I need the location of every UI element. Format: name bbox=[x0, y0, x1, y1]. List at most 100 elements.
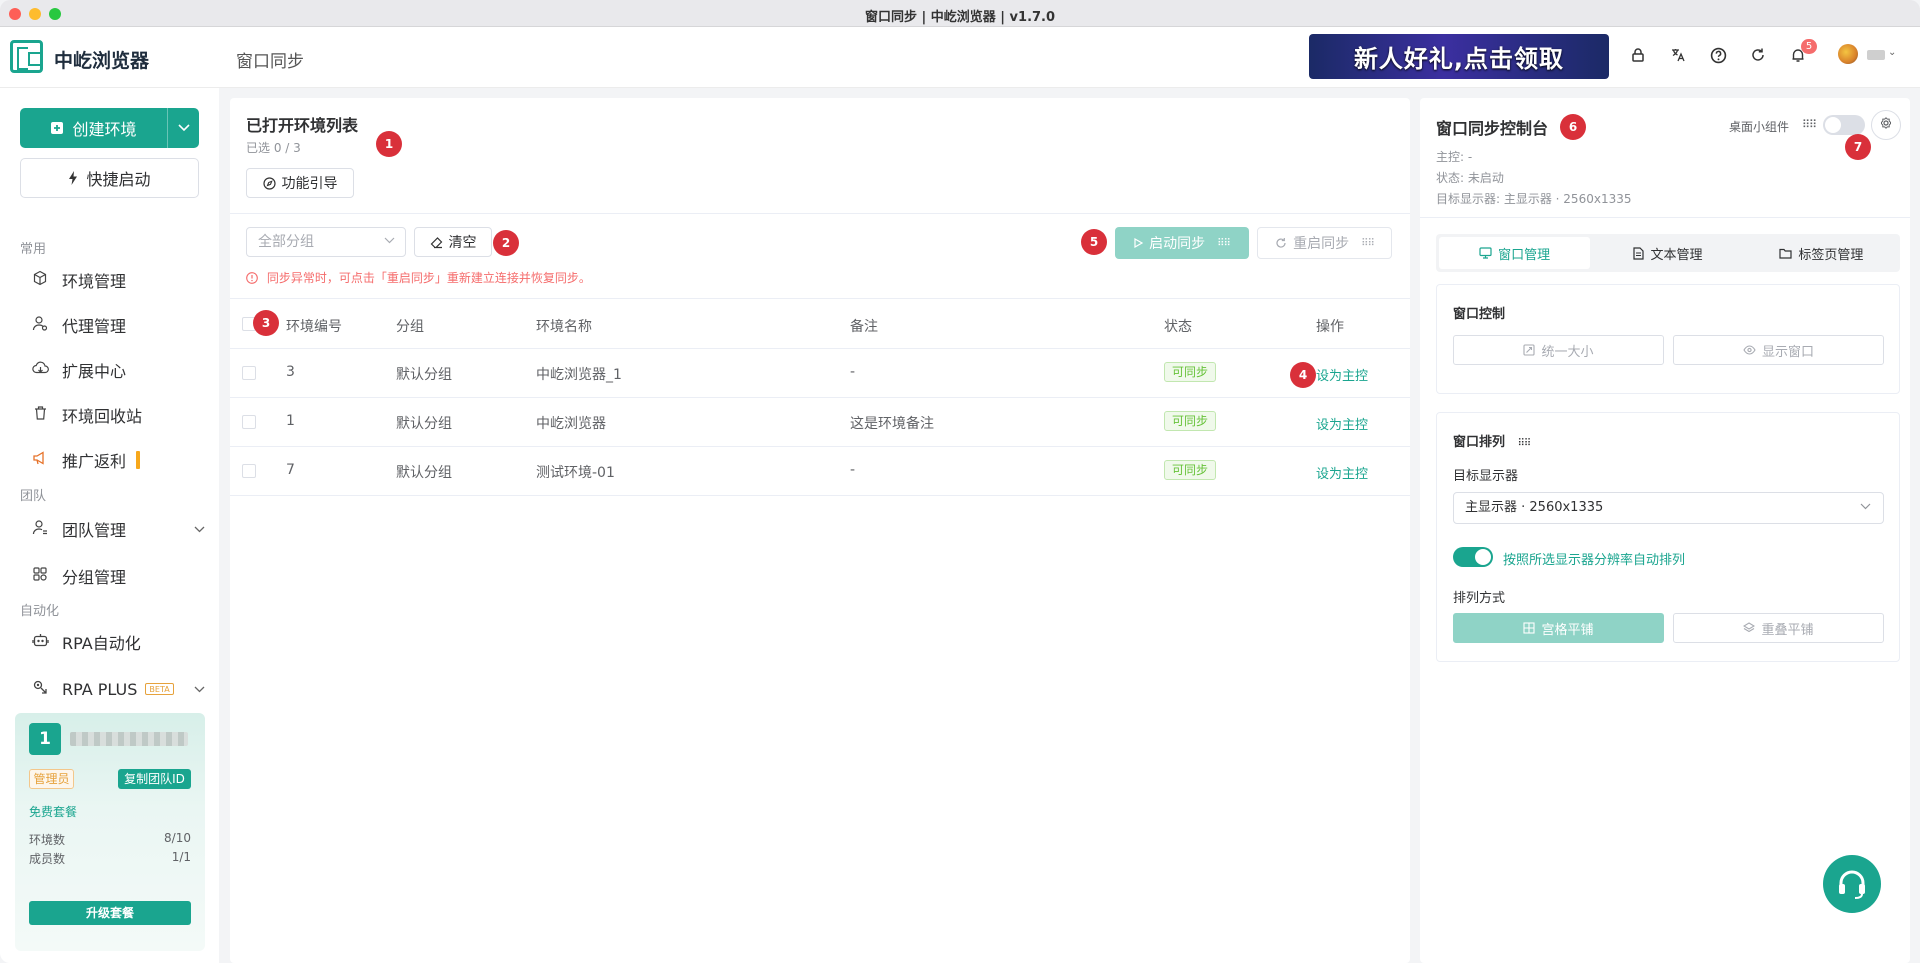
console-master: 主控: - bbox=[1436, 150, 1473, 164]
set-master-link[interactable]: 设为主控 bbox=[1316, 463, 1368, 482]
marker-4: 4 bbox=[1290, 362, 1316, 388]
promo-indicator bbox=[136, 451, 141, 469]
member-count-value: 1/1 bbox=[171, 850, 191, 864]
section-team: 团队 bbox=[20, 489, 47, 504]
sidebar-item-group[interactable]: 分组管理 bbox=[30, 561, 205, 591]
settings-button[interactable] bbox=[1871, 110, 1901, 140]
cell-group: 默认分组 bbox=[396, 416, 452, 432]
auto-arrange-toggle[interactable] bbox=[1453, 547, 1493, 567]
divider bbox=[1420, 217, 1910, 218]
sidebar-item-rpaplus[interactable]: RPA PLUS BETA bbox=[30, 674, 205, 704]
restart-sync-button[interactable]: 重启同步 ⠿⠿ bbox=[1257, 227, 1392, 259]
cell-group: 默认分组 bbox=[396, 465, 452, 481]
feature-guide-button[interactable]: 功能引导 bbox=[246, 168, 354, 198]
status-badge: 可同步 bbox=[1164, 411, 1216, 431]
set-master-link[interactable]: 设为主控 bbox=[1316, 365, 1368, 384]
group-select[interactable]: 全部分组 bbox=[246, 227, 406, 257]
row-checkbox[interactable] bbox=[242, 464, 256, 478]
create-env-button-group: 创建环境 bbox=[20, 108, 199, 148]
sidebar-item-label: 分组管理 bbox=[62, 568, 127, 587]
divider bbox=[230, 446, 1410, 447]
cell-id: 1 bbox=[286, 413, 295, 429]
avatar[interactable] bbox=[1838, 44, 1858, 64]
row-checkbox[interactable] bbox=[242, 415, 256, 429]
customer-service-button[interactable] bbox=[1823, 855, 1881, 913]
team-number: 1 bbox=[29, 723, 61, 755]
tab-label: 窗口管理 bbox=[1498, 247, 1551, 263]
copy-team-id-button[interactable]: 复制团队ID bbox=[118, 769, 191, 789]
arrange-title: 窗口排列 bbox=[1453, 435, 1506, 450]
env-count-value: 8/10 bbox=[164, 831, 191, 845]
tab-window-management[interactable]: 窗口管理 bbox=[1439, 237, 1591, 269]
monitor-icon bbox=[1479, 247, 1492, 259]
uniform-size-label: 统一大小 bbox=[1541, 344, 1594, 360]
target-display-label: 目标显示器 bbox=[1453, 469, 1519, 484]
row-checkbox[interactable] bbox=[242, 366, 256, 380]
auto-arrange-label: 按照所选显示器分辨率自动排列 bbox=[1503, 553, 1686, 568]
show-window-button[interactable]: 显示窗口 bbox=[1673, 335, 1884, 365]
grid-tile-button[interactable]: 宫格平铺 bbox=[1453, 613, 1664, 643]
sidebar-item-team[interactable]: 团队管理 bbox=[30, 514, 205, 544]
column-header-id: 环境编号 bbox=[286, 319, 342, 335]
target-display-value: 主显示器 · 2560x1335 bbox=[1465, 500, 1604, 515]
translate-icon[interactable] bbox=[1669, 47, 1687, 65]
promo-banner[interactable]: 新人好礼,点击领取 bbox=[1309, 34, 1609, 79]
desktop-widget-toggle[interactable] bbox=[1823, 115, 1865, 135]
user-proxy-icon bbox=[30, 315, 50, 335]
section-common: 常用 bbox=[20, 242, 47, 257]
sidebar-item-promo[interactable]: 推广返利 bbox=[30, 445, 205, 475]
console-tabs: 窗口管理 文本管理 标签页管理 bbox=[1436, 234, 1900, 272]
tab-text-management[interactable]: 文本管理 bbox=[1592, 237, 1743, 269]
gear-icon bbox=[1881, 117, 1891, 129]
marker-7: 7 bbox=[1845, 134, 1871, 160]
tab-label: 文本管理 bbox=[1650, 247, 1703, 263]
start-sync-button[interactable]: 启动同步 ⠿⠿ bbox=[1115, 227, 1249, 259]
sidebar-item-ext[interactable]: 扩展中心 bbox=[30, 355, 205, 385]
sidebar-item-label: 扩展中心 bbox=[62, 362, 127, 381]
compass-icon bbox=[262, 176, 276, 190]
brand-logo-icon bbox=[10, 40, 43, 73]
restart-sync-label: 重启同步 bbox=[1293, 236, 1350, 252]
warning-icon bbox=[246, 271, 267, 285]
cell-name: 中屹浏览器_1 bbox=[536, 367, 622, 383]
folder-icon bbox=[1779, 248, 1792, 259]
tab-tab-management[interactable]: 标签页管理 bbox=[1746, 237, 1897, 269]
chevron-down-icon[interactable]: ⌄ bbox=[1888, 47, 1896, 58]
brand-name: 中屹浏览器 bbox=[54, 50, 150, 72]
notification-badge: 5 bbox=[1801, 39, 1817, 54]
sidebar-item-env[interactable]: 环境管理 bbox=[30, 265, 205, 295]
chevron-down-icon bbox=[384, 228, 395, 256]
sync-console-panel: 窗口同步控制台 主控: - 状态: 未启动 目标显示器: 主显示器 · 2560… bbox=[1420, 98, 1910, 963]
status-badge: 可同步 bbox=[1164, 362, 1216, 382]
refresh-icon bbox=[1276, 238, 1286, 248]
warning-text: 同步异常时，可点击「重启同步」重新建立连接并恢复同步。 bbox=[266, 271, 591, 285]
clear-button[interactable]: 清空 bbox=[414, 227, 492, 257]
lightning-icon bbox=[69, 171, 78, 185]
grid-tile-label: 宫格平铺 bbox=[1541, 622, 1594, 638]
refresh-icon[interactable] bbox=[1749, 47, 1767, 65]
eraser-icon bbox=[430, 236, 442, 248]
column-header-note: 备注 bbox=[850, 319, 878, 335]
panel-title: 已打开环境列表 bbox=[246, 116, 359, 135]
create-env-dropdown[interactable] bbox=[168, 121, 199, 135]
member-count-label: 成员数 bbox=[29, 852, 66, 866]
stack-tile-button[interactable]: 重叠平铺 bbox=[1673, 613, 1884, 643]
app-window: 窗口同步 | 中屹浏览器 | v1.7.0 中屹浏览器 窗口同步 新人好礼,点击… bbox=[0, 0, 1920, 963]
add-box-icon bbox=[51, 122, 64, 134]
divider bbox=[230, 213, 1410, 214]
create-env-button[interactable]: 创建环境 bbox=[20, 108, 168, 148]
uniform-size-button[interactable]: 统一大小 bbox=[1453, 335, 1664, 365]
upgrade-plan-button[interactable]: 升级套餐 bbox=[29, 901, 191, 925]
sidebar-item-recycle[interactable]: 环境回收站 bbox=[30, 400, 205, 430]
set-master-link[interactable]: 设为主控 bbox=[1316, 414, 1368, 433]
quick-start-button[interactable]: 快捷启动 bbox=[20, 158, 199, 198]
sidebar-item-rpa[interactable]: RPA自动化 bbox=[30, 627, 205, 657]
cell-name: 中屹浏览器 bbox=[536, 416, 606, 432]
team-card: 1 管理员 复制团队ID 免费套餐 环境数 8/10 成员数 1/1 升级套餐 bbox=[15, 713, 205, 951]
target-display-select[interactable]: 主显示器 · 2560x1335 bbox=[1453, 492, 1884, 524]
grid-icon bbox=[1523, 622, 1536, 634]
lock-icon[interactable] bbox=[1629, 47, 1647, 65]
help-icon[interactable] bbox=[1709, 47, 1727, 65]
sidebar-item-proxy[interactable]: 代理管理 bbox=[30, 310, 205, 340]
role-badge: 管理员 bbox=[29, 769, 74, 789]
